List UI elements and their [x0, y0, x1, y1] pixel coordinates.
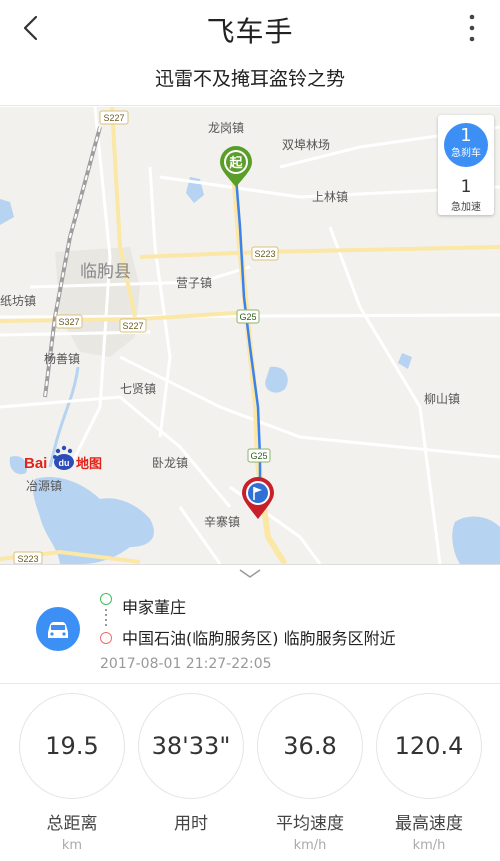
map-label-s223-bottom: S223 [17, 554, 38, 564]
metric-max-speed-unit: km/h [412, 838, 446, 853]
map-label-s227-top: S227 [103, 113, 124, 123]
driving-events-panel: 1 急刹车 1 急加速 [438, 115, 494, 215]
route-connector-icon [105, 609, 107, 629]
start-location: 申家董庄 [122, 598, 187, 617]
map-label-longgang: 龙岗镇 [208, 121, 244, 135]
metric-duration-value: 38'33" [138, 693, 244, 799]
metric-duration-label: 用时 [174, 814, 208, 834]
trip-info: 申家董庄 中国石油(临朐服务区) 临朐服务区附近 2017-08-01 21:2… [0, 564, 500, 684]
map-label-g25-top: G25 [239, 312, 256, 322]
route-map[interactable]: S227 S223 S327 S227 G25 G25 S223 龙岗镇 双埠林… [0, 107, 500, 564]
metric-distance: 19.5 总距离 km [19, 693, 125, 853]
map-label-yeyuan: 冶源镇 [26, 479, 62, 493]
page-title: 飞车手 [206, 15, 294, 48]
map-label-zhifang: 纸坊镇 [0, 293, 36, 308]
map-label-linqu: 临朐县 [80, 262, 131, 281]
trip-time-range: 2017-08-01 21:27-22:05 [100, 656, 272, 672]
hard-brake-count: 1 [460, 125, 472, 146]
end-point-icon [100, 632, 112, 644]
hard-brake-badge[interactable]: 1 急刹车 [444, 123, 488, 167]
more-options-icon[interactable] [464, 10, 480, 46]
page-subtitle: 迅雷不及掩耳盗铃之势 [154, 68, 345, 90]
chevron-down-icon[interactable] [238, 567, 262, 581]
map-label-s227-mid: S227 [122, 321, 143, 331]
metric-duration: 38'33" 用时 [138, 693, 244, 838]
baidu-du-text: du [59, 458, 70, 468]
metric-distance-value: 19.5 [19, 693, 125, 799]
map-label-yangshan: 杨善镇 [44, 351, 80, 366]
hard-brake-label: 急刹车 [451, 148, 481, 159]
start-point-icon [100, 593, 112, 605]
end-marker[interactable] [242, 477, 274, 519]
metric-max-speed-value: 120.4 [376, 693, 482, 799]
map-label-yingzi: 营子镇 [176, 276, 212, 290]
metric-distance-unit: km [61, 838, 83, 853]
car-icon[interactable] [36, 607, 80, 651]
map-canvas[interactable]: S227 S223 S327 S227 G25 G25 S223 龙岗镇 双埠林… [0, 107, 500, 564]
trip-metrics: 19.5 总距离 km 38'33" 用时 36.8 平均速度 km/h 120… [0, 685, 500, 861]
map-label-shuangfu: 双埠林场 [282, 138, 330, 152]
metric-avg-speed-value: 36.8 [257, 693, 363, 799]
map-label-s327: S327 [58, 317, 79, 327]
end-location: 中国石油(临朐服务区) 临朐服务区附近 [122, 629, 396, 648]
hard-accel-label[interactable]: 急加速 [438, 198, 494, 213]
map-label-g25-bottom: G25 [250, 451, 267, 461]
map-label-liushan: 柳山镇 [424, 392, 460, 406]
header: 飞车手 迅雷不及掩耳盗铃之势 [0, 0, 500, 106]
map-label-s223: S223 [254, 249, 275, 259]
map-label-qixian: 七贤镇 [120, 382, 156, 396]
map-label-xinzhai: 辛寨镇 [204, 514, 240, 529]
metric-avg-speed-label: 平均速度 [276, 814, 344, 834]
baidu-logo-text: Bai [24, 455, 47, 472]
baidu-logo: Bai du 地图 [24, 445, 102, 472]
metric-avg-speed-unit: km/h [293, 838, 327, 853]
metric-distance-label: 总距离 [46, 814, 98, 834]
map-label-wolong: 卧龙镇 [152, 456, 188, 470]
metric-avg-speed: 36.8 平均速度 km/h [257, 693, 363, 853]
map-label-shanglin: 上林镇 [312, 190, 348, 204]
start-marker-label: 起 [228, 155, 243, 171]
start-marker[interactable]: 起 [220, 146, 252, 187]
hard-accel-count[interactable]: 1 [438, 177, 494, 197]
metric-max-speed-label: 最高速度 [395, 814, 463, 834]
baidu-map-text: 地图 [76, 456, 102, 471]
metric-max-speed: 120.4 最高速度 km/h [376, 693, 482, 853]
